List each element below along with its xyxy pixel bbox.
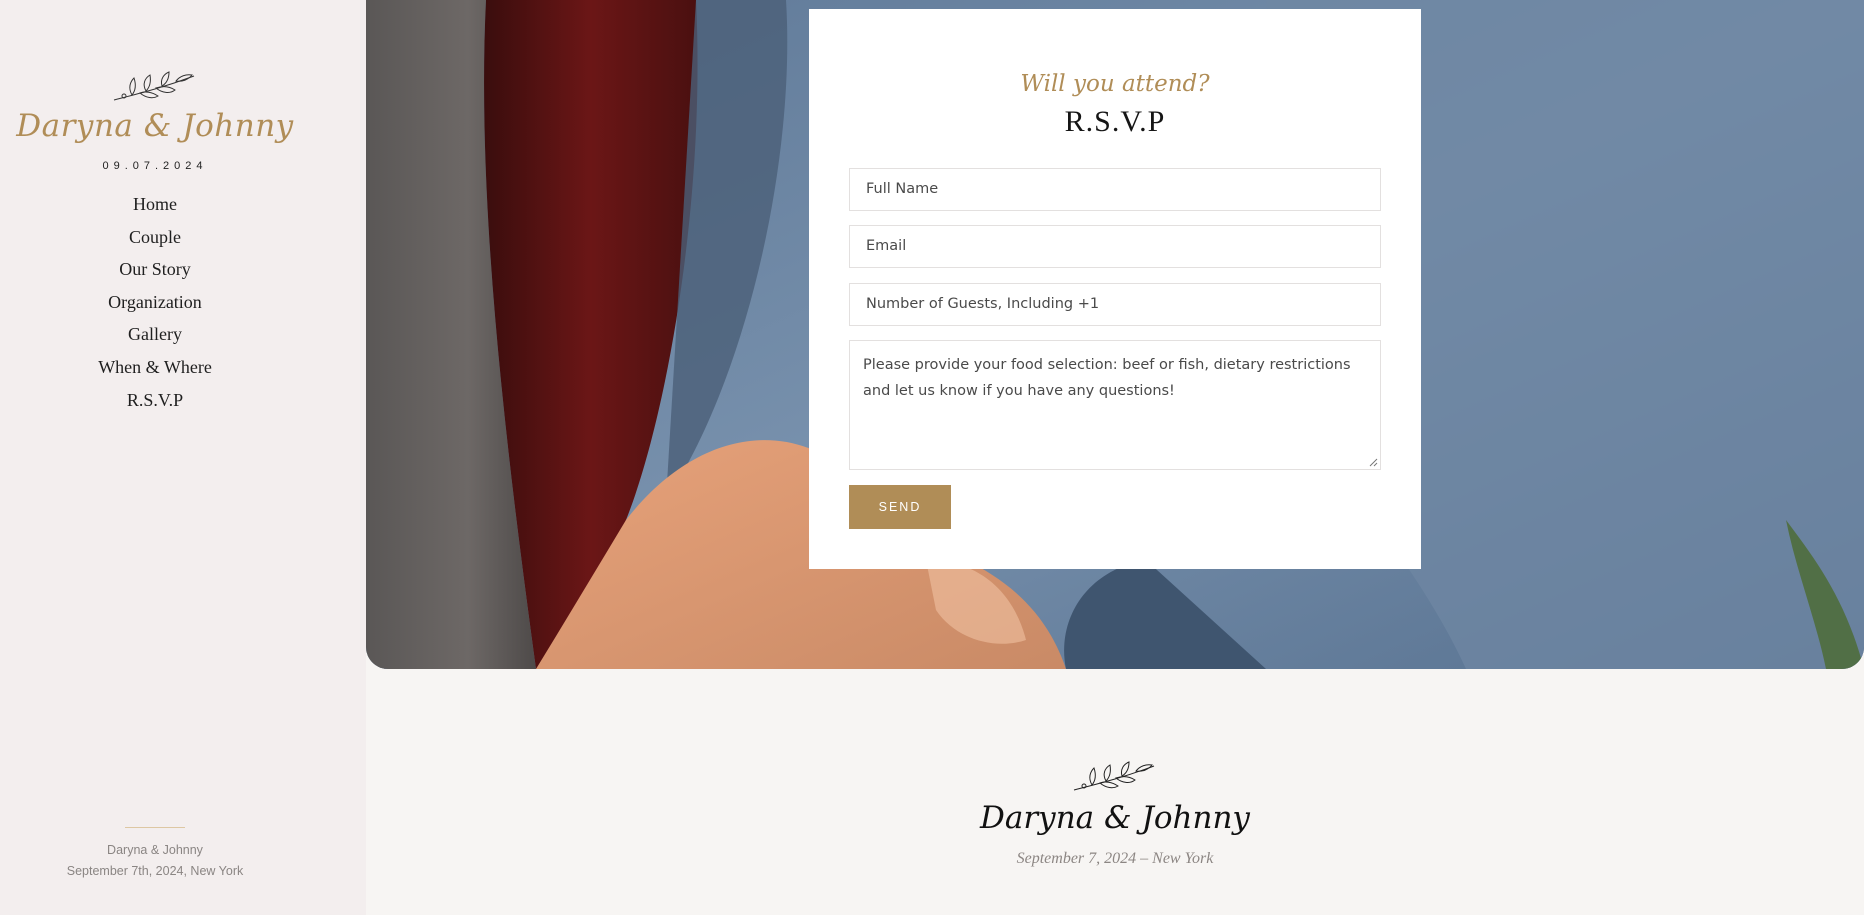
message-textarea[interactable]: Please provide your food selection: beef…: [849, 340, 1381, 470]
sidebar-couple-names: Daryna & Johnny: [16, 108, 294, 144]
sidebar-footer-date: September 7th, 2024, New York: [66, 864, 244, 878]
floral-branch-icon: [1073, 761, 1155, 791]
send-button[interactable]: SEND: [849, 485, 951, 529]
sidebar-wedding-date: 09.07.2024: [102, 160, 208, 172]
resize-grip-icon[interactable]: [1369, 458, 1378, 467]
footer-date-location: September 7, 2024 – New York: [1016, 850, 1214, 867]
sidebar-footer: Daryna & Johnny September 7th, 2024, New…: [0, 840, 310, 882]
sidebar-divider: [125, 827, 185, 828]
sidebar-nav: Home Couple Our Story Organization Galle…: [0, 191, 310, 419]
footer-couple-names: Daryna & Johnny: [980, 800, 1250, 836]
nav-item-organization[interactable]: Organization: [0, 289, 310, 322]
sidebar: Daryna & Johnny 09.07.2024 Home Couple O…: [0, 0, 366, 915]
rsvp-card: Will you attend? R.S.V.P Full Name Email…: [809, 9, 1421, 569]
message-placeholder: Please provide your food selection: beef…: [863, 357, 1351, 399]
nav-item-rsvp[interactable]: R.S.V.P: [0, 387, 310, 420]
rsvp-title: R.S.V.P: [1064, 105, 1166, 138]
rsvp-kicker: Will you attend?: [1020, 71, 1210, 97]
nav-item-when-where[interactable]: When & Where: [0, 354, 310, 387]
nav-item-couple[interactable]: Couple: [0, 224, 310, 257]
full-name-input[interactable]: Full Name: [849, 168, 1381, 211]
email-input[interactable]: Email: [849, 225, 1381, 268]
floral-branch-icon: [113, 71, 195, 101]
guests-input[interactable]: Number of Guests, Including +1: [849, 283, 1381, 326]
nav-item-home[interactable]: Home: [0, 191, 310, 224]
nav-item-our-story[interactable]: Our Story: [0, 256, 310, 289]
sidebar-footer-names: Daryna & Johnny: [107, 843, 203, 857]
nav-item-gallery[interactable]: Gallery: [0, 321, 310, 354]
